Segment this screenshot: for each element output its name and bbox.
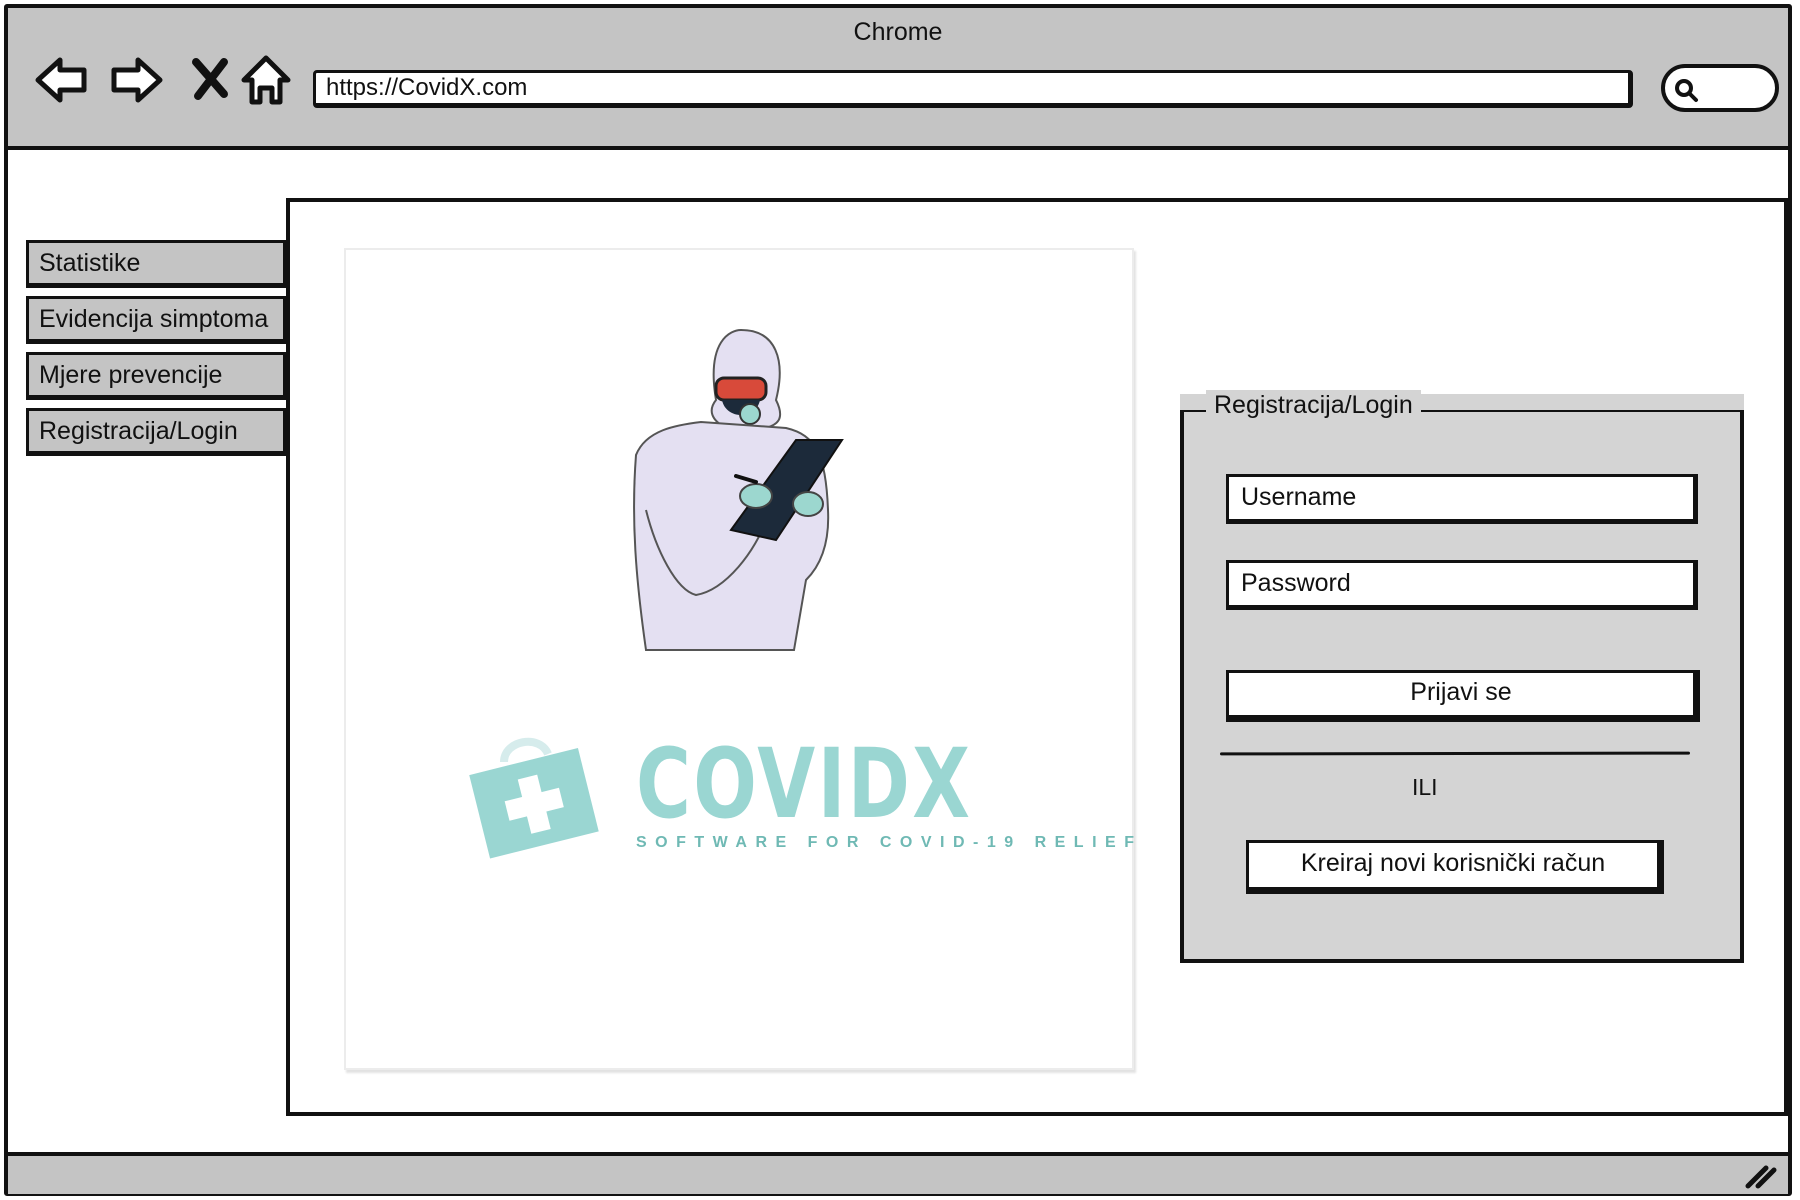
medical-bag-icon: [469, 737, 599, 859]
create-account-button[interactable]: Kreiraj novi korisnički račun: [1246, 840, 1664, 894]
browser-search-field[interactable]: [1661, 64, 1779, 112]
window-title: Chrome: [853, 18, 943, 46]
password-field[interactable]: Password: [1226, 560, 1698, 610]
brand-tagline: SOFTWARE FOR COVID-19 RELIEF: [636, 834, 1143, 851]
browser-toolbar: Chrome https://CovidX.com: [8, 8, 1788, 150]
username-field[interactable]: Username: [1226, 474, 1698, 524]
sidebar-item-label: Mjere prevencije: [39, 361, 223, 389]
login-panel-legend: Registracija/Login: [1206, 390, 1421, 420]
login-button[interactable]: Prijavi se: [1226, 670, 1700, 722]
browser-window: Chrome https://CovidX.com Statistike Evi…: [4, 4, 1792, 1196]
hero-image: COVIDX SOFTWARE FOR COVID-19 RELIEF: [344, 248, 1134, 1070]
browser-status-bar: [8, 1152, 1788, 1194]
back-arrow-icon[interactable]: [34, 52, 90, 108]
forward-arrow-icon[interactable]: [108, 52, 164, 108]
health-worker-illustration: [633, 328, 844, 651]
sidebar-item-mjere-prevencije[interactable]: Mjere prevencije: [26, 352, 288, 400]
sidebar-item-label: Evidencija simptoma: [39, 305, 269, 333]
separator-label: ILI: [1412, 774, 1438, 800]
search-icon: [1675, 79, 1698, 102]
address-bar[interactable]: https://CovidX.com: [313, 70, 1633, 108]
stop-x-icon[interactable]: [184, 52, 240, 108]
home-icon[interactable]: [238, 52, 294, 108]
username-placeholder: Username: [1241, 483, 1357, 511]
sidebar-item-statistike[interactable]: Statistike: [26, 240, 288, 288]
password-placeholder: Password: [1241, 569, 1351, 597]
resize-grip-icon[interactable]: [1742, 1160, 1778, 1190]
sidebar-item-evidencija-simptoma[interactable]: Evidencija simptoma: [26, 296, 288, 344]
sidebar-item-registracija-login[interactable]: Registracija/Login: [26, 408, 288, 456]
sidebar-item-label: Registracija/Login: [39, 417, 238, 445]
sidebar-item-label: Statistike: [39, 249, 141, 277]
brand-title: COVIDX: [636, 728, 973, 840]
